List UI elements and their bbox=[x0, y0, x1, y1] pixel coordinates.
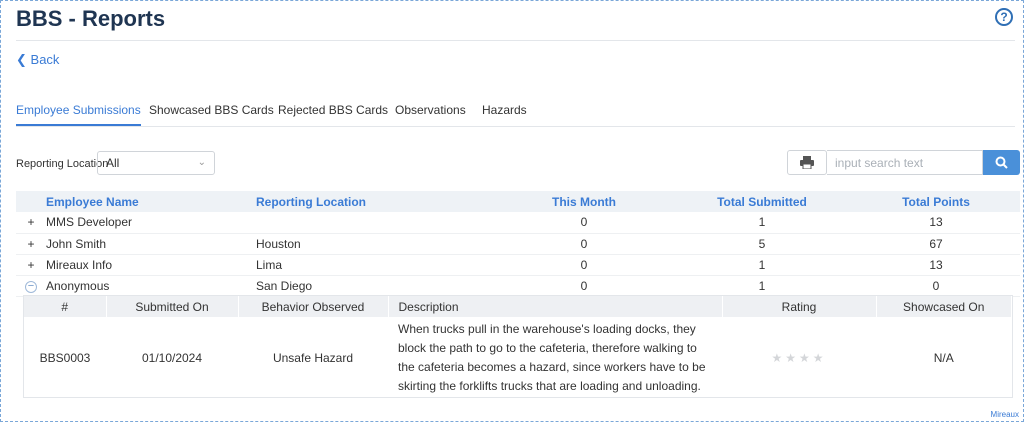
chevron-down-icon: ⌄ bbox=[197, 157, 206, 168]
total-points: 0 bbox=[852, 275, 1020, 297]
employee-name: Anonymous bbox=[46, 275, 256, 297]
star-icon[interactable]: ★ bbox=[771, 351, 785, 365]
header-total-submitted[interactable]: Total Submitted bbox=[672, 191, 852, 212]
this-month: 0 bbox=[496, 275, 672, 297]
header-rating: Rating bbox=[722, 296, 877, 317]
reporting-location-value: All bbox=[106, 156, 120, 170]
detail-header-row: # Submitted On Behavior Observed Descrip… bbox=[24, 296, 1012, 317]
submission-detail-panel: # Submitted On Behavior Observed Descrip… bbox=[23, 295, 1013, 398]
tab-showcased-bbs-cards[interactable]: Showcased BBS Cards bbox=[149, 103, 274, 117]
help-icon[interactable]: ? bbox=[995, 8, 1013, 26]
expand-icon[interactable]: + bbox=[27, 237, 34, 251]
description: When trucks pull in the warehouse's load… bbox=[398, 322, 706, 393]
employee-name: John Smith bbox=[46, 233, 256, 255]
detail-row: BBS0003 01/10/2024 Unsafe Hazard When tr… bbox=[24, 317, 1012, 399]
header-description: Description bbox=[388, 296, 723, 317]
header-employee-name[interactable]: Employee Name bbox=[46, 191, 256, 212]
search-input[interactable] bbox=[827, 150, 983, 175]
expander-header bbox=[16, 191, 46, 212]
tab-observations[interactable]: Observations bbox=[395, 103, 466, 117]
print-button[interactable] bbox=[787, 150, 827, 175]
back-link[interactable]: ❮ Back bbox=[16, 52, 59, 68]
report-tabs: Employee Submissions Showcased BBS Cards… bbox=[16, 97, 1015, 127]
employee-name: Mireaux Info bbox=[46, 254, 256, 276]
submitted-on: 01/10/2024 bbox=[141, 351, 203, 365]
total-submitted: 1 bbox=[672, 212, 852, 234]
this-month: 0 bbox=[496, 212, 672, 234]
reporting-location: San Diego bbox=[256, 275, 496, 297]
header-reporting-location[interactable]: Reporting Location bbox=[256, 191, 496, 212]
this-month: 0 bbox=[496, 233, 672, 255]
table-row[interactable]: + John Smith Houston 0 5 67 bbox=[16, 233, 1020, 255]
star-icon[interactable]: ★ bbox=[799, 351, 813, 365]
tab-rejected-bbs-cards[interactable]: Rejected BBS Cards bbox=[278, 103, 388, 117]
header-this-month[interactable]: This Month bbox=[496, 191, 672, 212]
header-submitted-on: Submitted On bbox=[106, 296, 239, 317]
collapse-icon[interactable]: − bbox=[25, 281, 37, 293]
star-icon[interactable]: ★ bbox=[813, 351, 827, 365]
reporting-location-label: Reporting Location bbox=[16, 158, 109, 170]
table-header-row: Employee Name Reporting Location This Mo… bbox=[16, 191, 1020, 212]
submission-id: BBS0003 bbox=[39, 351, 91, 365]
back-label: Back bbox=[30, 52, 60, 67]
showcased-on: N/A bbox=[933, 351, 954, 365]
total-submitted: 1 bbox=[672, 254, 852, 276]
total-points: 13 bbox=[852, 254, 1020, 276]
employee-name: MMS Developer bbox=[46, 212, 256, 234]
header-behavior-observed: Behavior Observed bbox=[238, 296, 389, 317]
behavior-observed: Unsafe Hazard bbox=[272, 351, 354, 365]
total-submitted: 1 bbox=[672, 275, 852, 297]
total-points: 67 bbox=[852, 233, 1020, 255]
rating-stars[interactable]: ★★★★ bbox=[722, 317, 876, 399]
table-row[interactable]: + MMS Developer 0 1 13 bbox=[16, 212, 1020, 234]
reporting-location: Lima bbox=[256, 254, 496, 276]
page-frame: BBS - Reports ? ❮ Back Employee Submissi… bbox=[0, 0, 1024, 422]
chevron-left-icon: ❮ bbox=[16, 52, 27, 67]
search-button[interactable] bbox=[983, 150, 1020, 175]
total-submitted: 5 bbox=[672, 233, 852, 255]
header-total-points[interactable]: Total Points bbox=[852, 191, 1020, 212]
header-showcased-on: Showcased On bbox=[876, 296, 1012, 317]
star-icon[interactable]: ★ bbox=[785, 351, 799, 365]
employee-submissions-table: Employee Name Reporting Location This Mo… bbox=[16, 191, 1020, 297]
tab-hazards[interactable]: Hazards bbox=[482, 103, 527, 117]
search-icon bbox=[995, 156, 1008, 170]
table-row[interactable]: − Anonymous San Diego 0 1 0 bbox=[16, 275, 1020, 297]
printer-icon bbox=[800, 156, 814, 170]
expand-icon[interactable]: + bbox=[27, 258, 34, 272]
reporting-location: Houston bbox=[256, 233, 496, 255]
expand-icon[interactable]: + bbox=[27, 215, 34, 229]
reporting-location bbox=[256, 212, 496, 234]
table-row[interactable]: + Mireaux Info Lima 0 1 13 bbox=[16, 254, 1020, 276]
title-divider bbox=[16, 40, 1015, 41]
tab-employee-submissions[interactable]: Employee Submissions bbox=[16, 103, 141, 126]
header-number: # bbox=[24, 296, 107, 317]
reporting-location-select[interactable]: All ⌄ bbox=[97, 151, 215, 175]
total-points: 13 bbox=[852, 212, 1020, 234]
footer-brand: Mireaux bbox=[990, 410, 1019, 419]
page-title: BBS - Reports bbox=[16, 6, 166, 31]
this-month: 0 bbox=[496, 254, 672, 276]
submission-detail-table: # Submitted On Behavior Observed Descrip… bbox=[24, 296, 1012, 399]
